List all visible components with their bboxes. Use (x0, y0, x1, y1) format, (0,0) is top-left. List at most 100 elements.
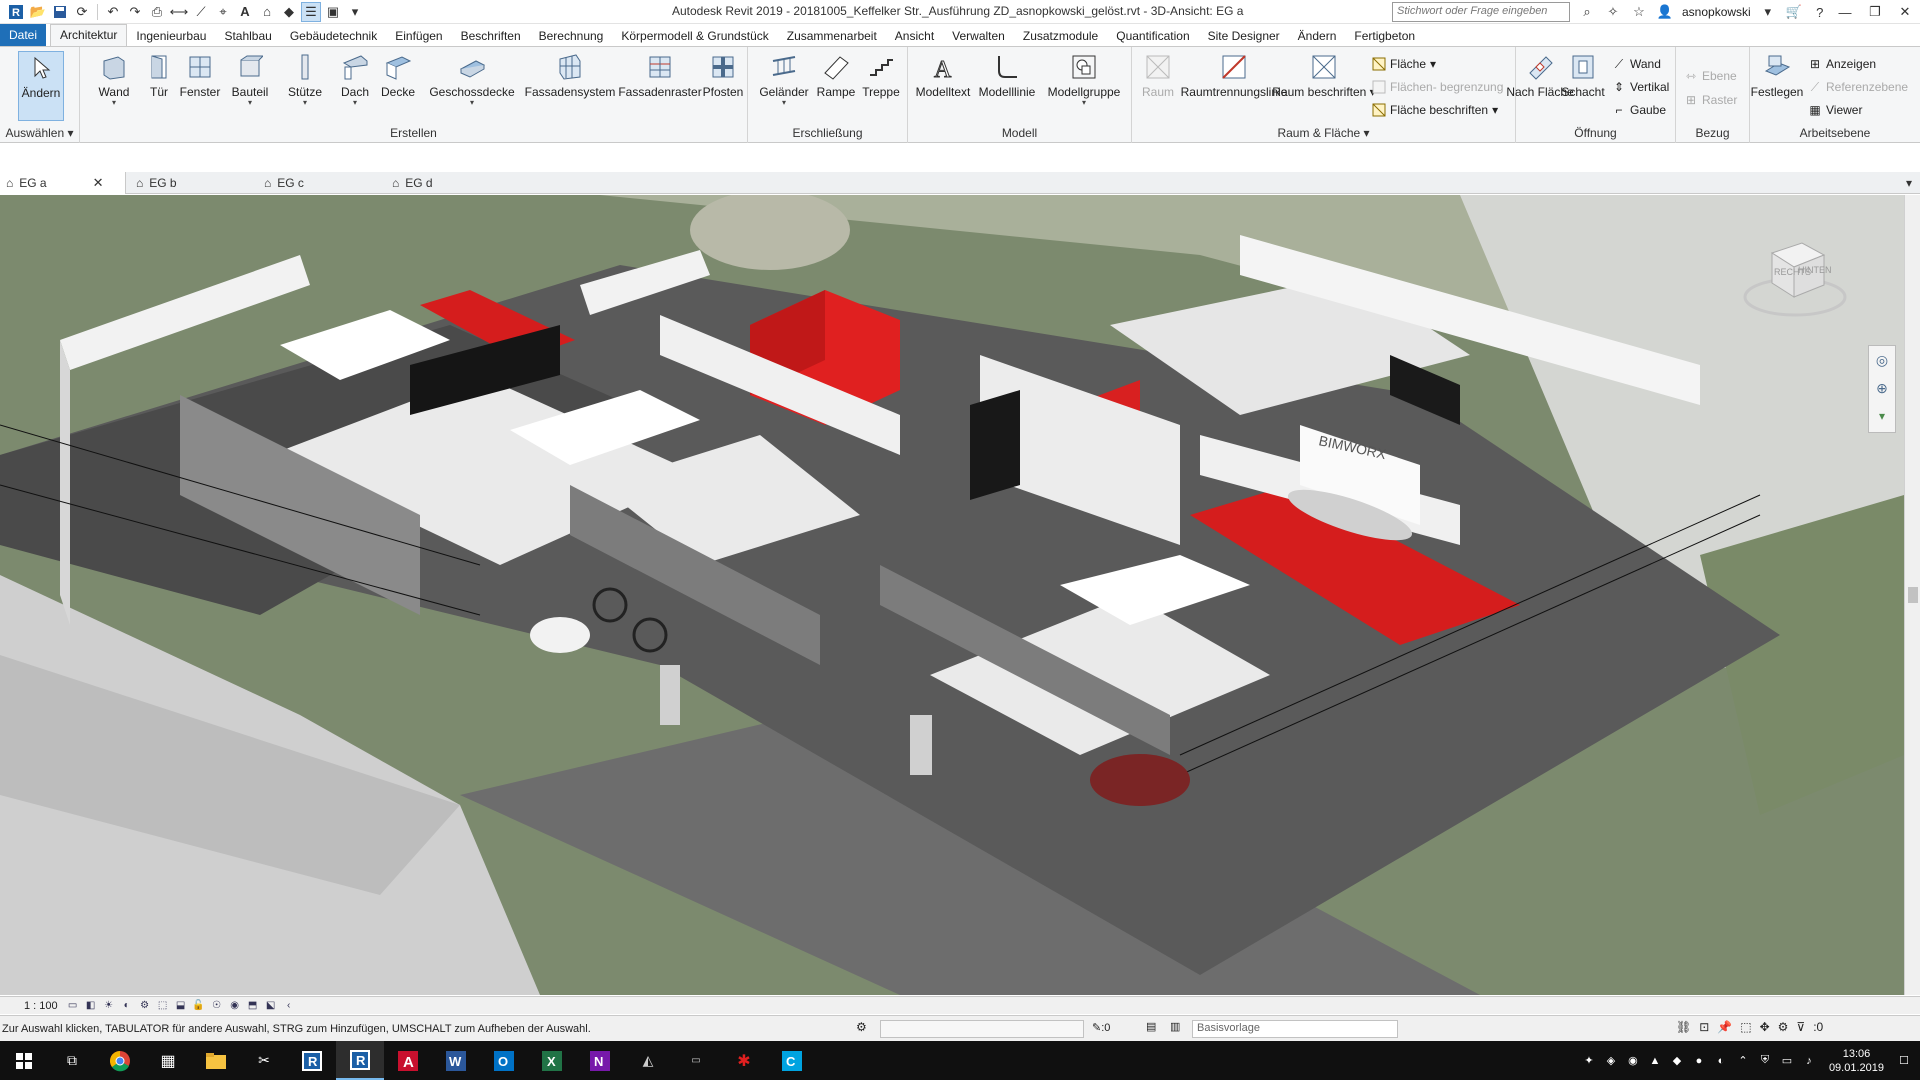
steering-wheel-icon[interactable]: ◎ (1869, 346, 1895, 374)
select-underlay-icon[interactable]: ⊡ (1699, 1020, 1709, 1034)
clock[interactable]: 13:06 09.01.2019 (1829, 1047, 1884, 1075)
worksets-icon[interactable]: ⚙ (856, 1020, 867, 1034)
component-button[interactable]: Bauteil ▾ (230, 51, 270, 107)
panel-label-select[interactable]: Auswählen ▾ (0, 125, 79, 141)
tab-koerpermodell[interactable]: Körpermodell & Grundstück (612, 26, 777, 46)
curtain-grid-button[interactable]: Fassadenraster (618, 51, 702, 99)
revit-app-icon[interactable]: R (6, 2, 26, 22)
sync-icon[interactable]: ⟳ (72, 2, 92, 22)
redo-icon[interactable]: ↷ (125, 2, 145, 22)
analytical-model-icon[interactable]: ⬕ (264, 999, 278, 1013)
design-options-icon[interactable]: ▤ (1146, 1020, 1156, 1033)
ceiling-button[interactable]: Decke (380, 51, 416, 99)
outlook-icon[interactable]: O (480, 1041, 528, 1080)
tab-fertigbeton[interactable]: Fertigbeton (1345, 26, 1424, 46)
customize-qat-icon[interactable]: ▾ (345, 2, 365, 22)
model-line-button[interactable]: Modelllinie (974, 51, 1040, 99)
dimension-icon[interactable]: ⟋ (191, 2, 211, 22)
stair-button[interactable]: Treppe (860, 51, 902, 99)
print-icon[interactable]: ⎙ (147, 2, 167, 22)
tag-area-button[interactable]: Fläche beschriften ▾ (1372, 101, 1498, 119)
autocad-icon[interactable]: A (384, 1041, 432, 1080)
mullion-button[interactable]: Pfosten (700, 51, 746, 99)
zoom-icon[interactable]: ⊕ (1869, 374, 1895, 402)
tab-berechnung[interactable]: Berechnung (530, 26, 613, 46)
excel-icon[interactable]: X (528, 1041, 576, 1080)
thin-lines-icon[interactable]: ☰ (301, 1, 321, 22)
word-icon[interactable]: W (432, 1041, 480, 1080)
user-name[interactable]: asnopkowski (1682, 5, 1751, 19)
modify-button[interactable]: Ändern (18, 51, 64, 121)
select-links-icon[interactable]: ⛓ (1676, 1020, 1691, 1034)
restore-button[interactable]: ❐ (1860, 0, 1890, 24)
room-button[interactable]: Raum (1140, 51, 1176, 99)
show-crop-icon[interactable]: ⬓ (174, 999, 188, 1013)
railing-button[interactable]: Geländer ▾ (759, 51, 809, 107)
column-button[interactable]: Stütze ▾ (286, 51, 324, 107)
text-icon[interactable]: A (235, 2, 255, 22)
panel-label-room-area[interactable]: Raum & Fläche ▾ (1132, 125, 1515, 141)
chevron-down-icon[interactable]: ▾ (1759, 3, 1777, 21)
view-tab-eg-a[interactable]: ⌂ EG a ✕ (0, 172, 126, 194)
viewer-button[interactable]: ▦ Viewer (1808, 101, 1862, 119)
ref-plane-button[interactable]: ⟋ Referenzebene (1808, 78, 1908, 96)
tab-aendern[interactable]: Ändern (1289, 26, 1346, 46)
area-boundary-button[interactable]: Flächen- begrenzung (1372, 78, 1503, 96)
star-icon[interactable]: ☆ (1630, 3, 1648, 21)
view-scale[interactable]: 1 : 100 (0, 1000, 64, 1012)
undo-icon[interactable]: ↶ (103, 2, 123, 22)
tray-app-icon[interactable]: ◉ (1625, 1053, 1641, 1069)
model-text-button[interactable]: A Modelltext (912, 51, 974, 100)
tab-zusatzmodule[interactable]: Zusatzmodule (1014, 26, 1107, 46)
tab-ingenieurbau[interactable]: Ingenieurbau (127, 26, 215, 46)
filter-icon[interactable]: ⊽ (1796, 1020, 1805, 1034)
vertical-opening-button[interactable]: ⇕ Vertikal (1612, 78, 1669, 96)
select-pinned-icon[interactable]: 📌 (1717, 1020, 1732, 1034)
tag-room-button[interactable]: Raum beschriften ▾ (1272, 51, 1376, 99)
background-processes-icon[interactable]: ⚙ (1778, 1020, 1789, 1034)
binoculars-icon[interactable]: ⌕ (1578, 3, 1596, 21)
minimize-button[interactable]: — (1830, 0, 1860, 24)
unlocked-3d-icon[interactable]: 🔓 (192, 999, 206, 1013)
crop-view-icon[interactable]: ⬚ (156, 999, 170, 1013)
door-button[interactable]: Tür (142, 51, 176, 99)
app-icon[interactable]: ◭ (624, 1041, 672, 1080)
worksharing-display-icon[interactable]: ⬒ (246, 999, 260, 1013)
start-button[interactable] (0, 1041, 48, 1080)
grid-button[interactable]: ⊞ Raster (1684, 91, 1737, 109)
set-workplane-button[interactable]: Festlegen (1750, 51, 1804, 99)
view-tab-eg-c[interactable]: ⌂ EG c (258, 172, 310, 194)
shaft-button[interactable]: Schacht (1561, 51, 1605, 99)
scroll-left-icon[interactable]: ‹ (282, 999, 296, 1013)
tab-zusammenarbeit[interactable]: Zusammenarbeit (778, 26, 886, 46)
reveal-hidden-icon[interactable]: ◉ (228, 999, 242, 1013)
roof-button[interactable]: Dach ▾ (338, 51, 372, 107)
select-by-face-icon[interactable]: ⬚ (1740, 1020, 1751, 1034)
temporary-hide-icon[interactable]: ☉ (210, 999, 224, 1013)
sun-path-icon[interactable]: ☀ (102, 999, 116, 1013)
save-icon[interactable] (50, 2, 70, 22)
volume-icon[interactable]: ♪ (1801, 1053, 1817, 1069)
search-input[interactable]: Stichwort oder Frage eingeben (1392, 2, 1570, 22)
calculator-icon[interactable]: ▦ (144, 1041, 192, 1080)
show-workplane-button[interactable]: ⊞ Anzeigen (1808, 55, 1876, 73)
view-tabs-menu-icon[interactable]: ▾ (1900, 172, 1918, 194)
3d-viewport[interactable]: BIMWORX RECHTS HINTEN ◎ ⊕ ▾ (0, 195, 1904, 995)
tab-verwalten[interactable]: Verwalten (943, 26, 1014, 46)
tray-app-icon[interactable]: ◈ (1603, 1053, 1619, 1069)
vertical-scrollbar[interactable] (1904, 195, 1920, 995)
orbit-icon[interactable]: ▾ (1869, 402, 1895, 430)
network-icon[interactable]: ▭ (1779, 1053, 1795, 1069)
subscription-icon[interactable]: ✧ (1604, 3, 1622, 21)
default-3d-view-icon[interactable]: ⌂ (257, 2, 277, 22)
show-hidden-icons-icon[interactable]: ⌃ (1735, 1053, 1751, 1069)
revit-active-icon[interactable]: R (336, 1041, 384, 1080)
model-group-button[interactable]: Modellgruppe ▾ (1044, 51, 1124, 107)
app-icon[interactable]: ✱ (720, 1041, 768, 1080)
detail-level-icon[interactable]: ▭ (66, 999, 80, 1013)
tray-app-icon[interactable]: ✦ (1581, 1053, 1597, 1069)
wall-button[interactable]: Wand ▾ (94, 51, 134, 107)
notifications-icon[interactable]: ☐ (1896, 1053, 1912, 1069)
window-button[interactable]: Fenster (178, 51, 222, 99)
tray-app-icon[interactable]: ◆ (1669, 1053, 1685, 1069)
